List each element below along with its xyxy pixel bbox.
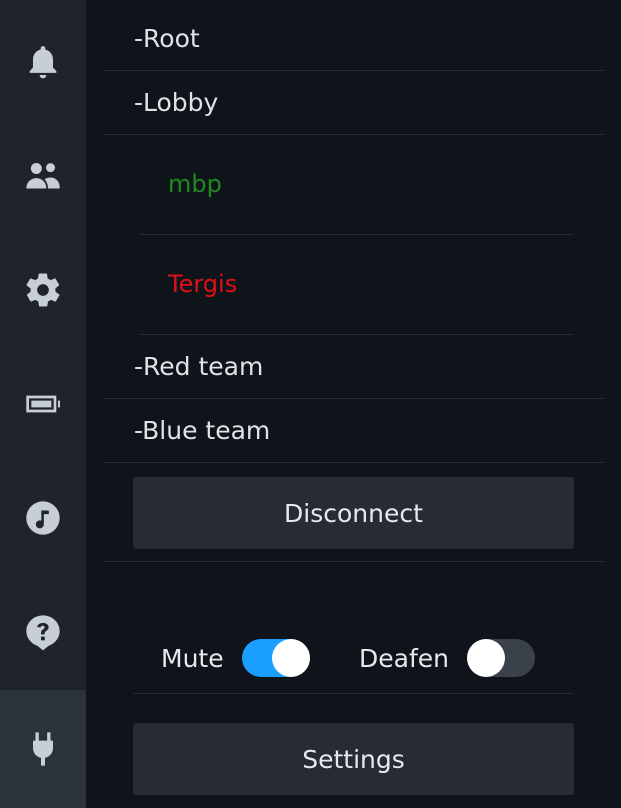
channel-name: -Lobby — [134, 87, 219, 117]
channel-lobby[interactable]: -Lobby — [104, 70, 604, 135]
sidebar-item-music[interactable] — [0, 468, 86, 568]
sidebar-item-performance[interactable] — [0, 354, 86, 454]
channel-red-team[interactable]: -Red team — [104, 334, 604, 399]
mute-label: Mute — [161, 643, 224, 673]
user-name: Tergis — [168, 270, 238, 298]
voice-chat-panel: -Root -Lobby mbp Tergis -Red team -Blue … — [86, 0, 621, 808]
sidebar-item-settings[interactable] — [0, 240, 86, 340]
plug-icon — [33, 732, 53, 766]
channel-blue-team[interactable]: -Blue team — [104, 398, 604, 463]
deafen-label: Deafen — [359, 643, 449, 673]
bell-icon — [29, 46, 57, 79]
sidebar-item-help[interactable] — [0, 582, 86, 682]
mute-toggle[interactable] — [241, 639, 310, 677]
channel-name: -Red team — [134, 351, 264, 381]
channel-name: -Root — [134, 23, 200, 53]
gear-icon — [26, 273, 60, 307]
user-row-tergis: Tergis — [140, 234, 574, 335]
quick-access-sidebar — [0, 0, 87, 808]
users-icon — [26, 163, 60, 189]
battery-icon — [26, 395, 60, 413]
toggle-knob — [466, 639, 505, 677]
channel-root[interactable]: -Root — [104, 6, 604, 71]
user-name: mbp — [168, 170, 222, 198]
toggle-knob — [271, 639, 310, 677]
music-icon — [26, 501, 60, 535]
help-icon — [26, 615, 60, 651]
deafen-toggle[interactable] — [466, 639, 535, 677]
mute-toggle-group: Mute — [161, 630, 310, 686]
settings-button[interactable]: Settings — [133, 723, 574, 795]
user-row-mbp: mbp — [140, 134, 574, 235]
channel-name: -Blue team — [134, 415, 271, 445]
sidebar-item-friends[interactable] — [0, 126, 86, 226]
divider — [133, 693, 574, 694]
divider — [104, 561, 604, 562]
deafen-toggle-group: Deafen — [359, 630, 535, 686]
sidebar-item-notifications[interactable] — [0, 12, 86, 112]
sidebar-item-plugins[interactable] — [0, 690, 86, 808]
disconnect-button[interactable]: Disconnect — [133, 477, 574, 549]
